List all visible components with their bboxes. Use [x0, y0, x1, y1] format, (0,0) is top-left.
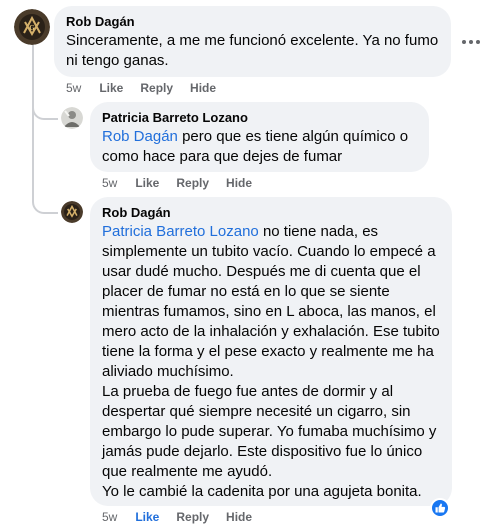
svg-text:G: G	[29, 24, 35, 32]
reply-button[interactable]: Reply	[176, 175, 209, 191]
reply-button[interactable]: Reply	[176, 509, 209, 525]
comment-text: no tiene nada, es simplemente un tubito …	[102, 223, 440, 380]
hide-button[interactable]: Hide	[226, 175, 252, 191]
comment-actions: 5w Like Reply Hide	[102, 175, 269, 191]
like-button[interactable]: Like	[135, 509, 159, 525]
avatar[interactable]	[61, 201, 83, 223]
avatar[interactable]	[61, 107, 83, 129]
comment-author[interactable]: Rob Dagán	[102, 205, 440, 221]
mention-link[interactable]: Rob Dagán	[102, 128, 178, 145]
avatar[interactable]: G	[14, 9, 50, 45]
like-button[interactable]: Like	[99, 80, 123, 96]
comment-timestamp[interactable]: 5w	[102, 175, 117, 191]
comment-actions: 5w Like Reply Hide	[66, 80, 233, 96]
masonic-emblem-avatar: G	[14, 9, 50, 45]
reaction-badge[interactable]	[430, 498, 450, 518]
thumbs-up-icon	[435, 503, 446, 513]
comment-timestamp[interactable]: 5w	[102, 509, 117, 525]
comment-author[interactable]: Rob Dagán	[66, 14, 439, 30]
comment-timestamp[interactable]: 5w	[66, 80, 81, 96]
hide-button[interactable]: Hide	[190, 80, 216, 96]
hide-button[interactable]: Hide	[226, 509, 252, 525]
more-options-icon[interactable]	[462, 38, 480, 46]
comment-text: La prueba de fuego fue antes de dormir y…	[102, 383, 437, 480]
mention-link[interactable]: Patricia Barreto Lozano	[102, 223, 259, 240]
like-button[interactable]: Like	[135, 175, 159, 191]
reply-button[interactable]: Reply	[140, 80, 173, 96]
comment-bubble: Rob Dagán Patricia Barreto Lozano no tie…	[90, 197, 452, 506]
person-photo-avatar	[61, 107, 83, 129]
masonic-emblem-avatar	[61, 201, 83, 223]
comment-bubble: Rob Dagán Sinceramente, a me me funcionó…	[54, 6, 451, 77]
thread-connector	[32, 92, 58, 120]
comment-actions: 5w Like Reply Hide	[102, 509, 269, 525]
thread-connector	[32, 150, 58, 214]
comment-text: Sinceramente, a me me funcionó excelente…	[66, 32, 439, 69]
comment-author[interactable]: Patricia Barreto Lozano	[102, 110, 417, 126]
comment-bubble: Patricia Barreto Lozano Rob Dagán pero q…	[90, 102, 429, 172]
comment-text: Yo le cambié la cadenita por una agujeta…	[102, 483, 422, 500]
